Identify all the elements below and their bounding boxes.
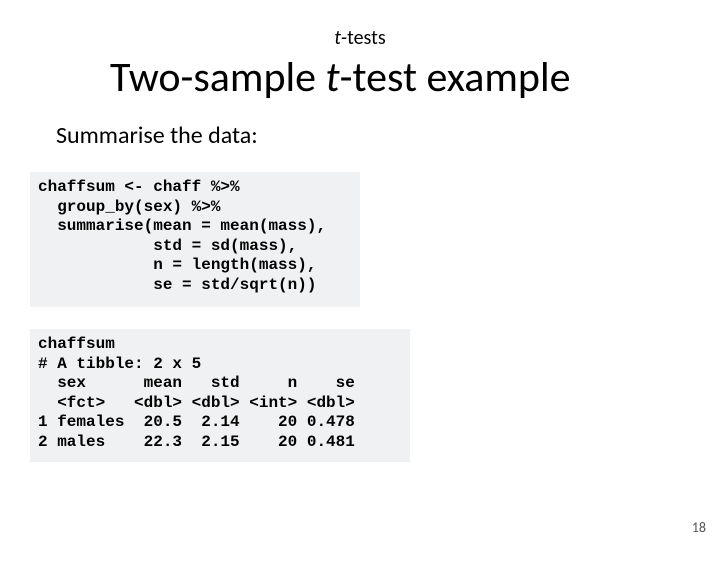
superheading-rest: -tests (341, 26, 386, 50)
slide-superheading: t-tests (0, 26, 720, 50)
title-post: -test example (340, 52, 571, 103)
title-pre: Two-sample (110, 52, 326, 103)
code-block-output: chaffsum # A tibble: 2 x 5 sex mean std … (30, 329, 410, 462)
code-text-2: chaffsum # A tibble: 2 x 5 sex mean std … (38, 335, 402, 452)
subheading: Summarise the data: (56, 121, 720, 150)
slide-title: Two-sample t-test example (110, 52, 720, 103)
code-text-1: chaffsum <- chaff %>% group_by(sex) %>% … (38, 178, 352, 295)
page-number: 18 (692, 519, 706, 536)
code-block-summarise: chaffsum <- chaff %>% group_by(sex) %>% … (30, 172, 360, 307)
title-ital: t (326, 52, 340, 103)
superheading-ital: t (334, 26, 341, 50)
